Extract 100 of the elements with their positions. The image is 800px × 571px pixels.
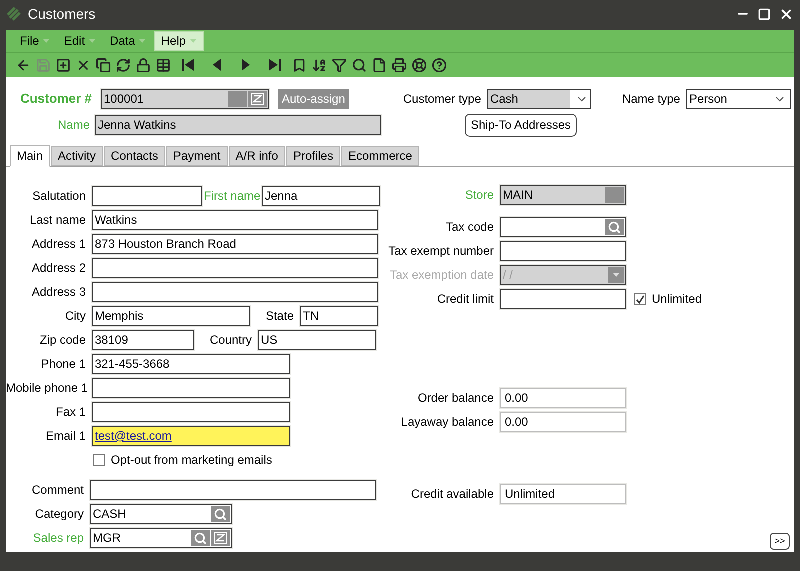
- sort-icon[interactable]: [312, 58, 327, 72]
- name-type-dropdown[interactable]: Person: [686, 89, 792, 109]
- checkbox[interactable]: [93, 454, 105, 466]
- zoom-button[interactable]: [211, 530, 230, 546]
- text-field[interactable]: Jenna: [262, 186, 380, 206]
- text-field[interactable]: [92, 258, 378, 278]
- filter-icon[interactable]: [332, 58, 347, 72]
- caret-icon: [43, 39, 50, 43]
- field-label: Name: [56, 117, 90, 134]
- field-label: Name type: [622, 91, 680, 108]
- field-label: Tax exemption date: [388, 267, 494, 284]
- copy-icon[interactable]: [96, 58, 111, 72]
- menu-item[interactable]: Help: [154, 31, 204, 51]
- checkbox-label: Unlimited: [652, 291, 702, 308]
- z-icon: [251, 93, 264, 105]
- text-field[interactable]: US: [258, 330, 376, 350]
- text-field[interactable]: test@test.com: [92, 426, 290, 446]
- field-label: Comment: [30, 482, 84, 499]
- printer-icon[interactable]: [392, 58, 407, 72]
- field-label: Tax code: [444, 219, 494, 236]
- tab[interactable]: Payment: [166, 146, 228, 166]
- text-field[interactable]: TN: [300, 306, 378, 326]
- text-field[interactable]: 100001: [101, 89, 269, 109]
- text-field[interactable]: 0.00: [500, 412, 626, 432]
- chevron-down-icon: [776, 96, 784, 102]
- text-field[interactable]: Unlimited: [500, 484, 626, 504]
- window-title: Customers: [28, 4, 96, 24]
- text-field[interactable]: Memphis: [92, 306, 250, 326]
- text-field[interactable]: CASH: [90, 504, 232, 524]
- text-field[interactable]: [92, 402, 290, 422]
- text-field[interactable]: [500, 289, 626, 309]
- field-label: Address 1: [30, 236, 86, 253]
- text-field[interactable]: [500, 241, 626, 261]
- text-field[interactable]: MGR: [90, 528, 232, 548]
- tab[interactable]: Contacts: [104, 146, 166, 166]
- z-icon: [214, 532, 227, 544]
- text-field[interactable]: [500, 217, 626, 237]
- tab[interactable]: Ecommerce: [341, 146, 420, 166]
- field-label: Address 3: [30, 284, 86, 301]
- menu-item[interactable]: File: [14, 31, 56, 51]
- field-label: Zip code: [38, 332, 86, 349]
- search-button[interactable]: [191, 530, 210, 546]
- caret-icon: [89, 39, 96, 43]
- text-field[interactable]: 38109: [92, 330, 194, 350]
- field-label: Last name: [28, 212, 86, 229]
- field-label: Store: [464, 187, 494, 204]
- search-button[interactable]: [605, 219, 624, 235]
- field-label: Tax exempt number: [388, 243, 494, 260]
- text-field[interactable]: [92, 378, 290, 398]
- restore-icon[interactable]: [758, 8, 771, 20]
- search-button[interactable]: [211, 506, 230, 522]
- lifebuoy-icon[interactable]: [412, 58, 427, 72]
- zoom-button[interactable]: [248, 91, 267, 107]
- text-field[interactable]: Watkins: [92, 210, 378, 230]
- field-label: Layaway balance: [400, 414, 494, 431]
- text-field[interactable]: [90, 480, 376, 500]
- field-label: Country: [208, 332, 252, 349]
- field-label: Customer #: [19, 90, 92, 108]
- grid-icon[interactable]: [156, 58, 171, 72]
- ship-to-addresses-button[interactable]: Ship-To Addresses: [465, 114, 578, 136]
- menu-item[interactable]: Data: [104, 31, 152, 51]
- more-button[interactable]: >>: [770, 533, 790, 550]
- customer-type-dropdown[interactable]: Cash: [487, 89, 592, 109]
- field-label: City: [64, 308, 86, 325]
- tab[interactable]: Activity: [51, 146, 104, 166]
- text-field[interactable]: 873 Houston Branch Road: [92, 234, 378, 254]
- text-field[interactable]: 321-455-3668: [92, 354, 290, 374]
- caret-icon: [612, 273, 620, 277]
- checkbox[interactable]: [634, 293, 646, 305]
- text-field[interactable]: 0.00: [500, 388, 626, 408]
- tab[interactable]: Profiles: [286, 146, 340, 166]
- last-record-icon[interactable]: [268, 58, 282, 72]
- add-icon[interactable]: [56, 58, 71, 72]
- help-icon[interactable]: [432, 58, 447, 72]
- text-field[interactable]: [92, 186, 202, 206]
- menu-item[interactable]: Edit: [58, 31, 102, 51]
- field-label: Category: [34, 506, 84, 523]
- app-logo-icon: [6, 6, 22, 22]
- check-icon: [636, 294, 644, 304]
- chevron-down-icon: [578, 96, 586, 102]
- first-record-icon[interactable]: [181, 58, 195, 72]
- field-label: State: [264, 308, 294, 325]
- text-field[interactable]: Jenna Watkins: [95, 115, 381, 135]
- document-icon[interactable]: [372, 58, 387, 72]
- field-label: Address 2: [30, 260, 86, 277]
- field-label: Sales rep: [32, 530, 84, 547]
- search-icon[interactable]: [352, 58, 367, 72]
- field-label: Credit available: [410, 486, 494, 503]
- field-label: Phone 1: [40, 356, 86, 373]
- field-label: Customer type: [403, 91, 482, 108]
- field-label: Fax 1: [54, 404, 86, 421]
- text-field[interactable]: MAIN: [500, 185, 626, 205]
- lock-icon[interactable]: [136, 58, 151, 72]
- field-label: Email 1: [44, 428, 86, 445]
- tab[interactable]: A/R info: [228, 146, 286, 166]
- bookmark-icon[interactable]: [292, 58, 307, 72]
- field-label: Salutation: [32, 188, 86, 205]
- refresh-icon[interactable]: [116, 58, 131, 72]
- tab[interactable]: Main: [10, 145, 50, 167]
- text-field[interactable]: [92, 282, 378, 302]
